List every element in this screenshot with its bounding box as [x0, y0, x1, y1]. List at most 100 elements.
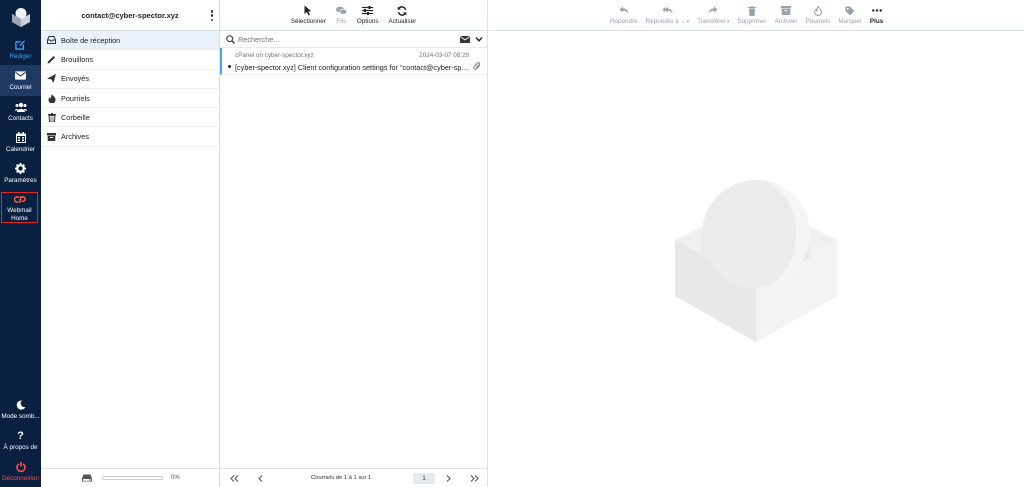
mark-button[interactable]: Marquer [834, 5, 865, 25]
account-header: contact@cyber-spector.xyz [41, 0, 219, 31]
delete-button[interactable]: Supprimer [733, 5, 770, 25]
empty-mailbox-illustration [675, 180, 837, 342]
delete-label: Supprimer [737, 18, 767, 25]
sliders-icon [362, 5, 374, 16]
search-bar [220, 31, 487, 48]
folder-archive[interactable]: Archives [41, 127, 219, 147]
reply-all-button[interactable]: Répondre à ...▾ [642, 5, 693, 25]
main-nav-rail: Rédiger Courriel Contacts Calendrier Par [0, 0, 41, 487]
more-dots-icon [871, 5, 882, 16]
pointer-icon [303, 5, 314, 16]
nav-about[interactable]: ? À propos de [0, 425, 41, 456]
folder-sent[interactable]: Envoyés [41, 70, 219, 89]
junk-button[interactable]: Pourriels [802, 5, 835, 25]
next-page-icon[interactable] [443, 474, 453, 483]
previous-page-icon[interactable] [255, 474, 265, 483]
archive-button[interactable]: Archiver [770, 5, 801, 25]
refresh-icon [397, 5, 408, 16]
nav-rail-bottom: Mode somb... ? À propos de Déconnexion [0, 394, 41, 487]
archive-box-icon [47, 132, 56, 141]
nav-contacts[interactable]: Contacts [0, 96, 41, 127]
unread-dot-icon [228, 65, 231, 68]
last-page-icon[interactable] [469, 474, 479, 483]
webmail-app: Rédiger Courriel Contacts Calendrier Par [0, 0, 1024, 487]
reply-button[interactable]: Répondre [606, 5, 642, 25]
moon-icon [15, 399, 27, 411]
message-toolbar: Répondre Répondre à ...▾ Transférer▾ Sup… [489, 0, 1024, 31]
forward-dropdown-icon[interactable]: ▾ [727, 19, 730, 25]
message-row[interactable]: cPanel on cyber-spector.xyz 2024-03-07 0… [220, 48, 487, 75]
quota-percent: 0% [171, 475, 180, 481]
question-icon: ? [17, 429, 24, 442]
reply-all-dropdown-icon[interactable]: ▾ [687, 19, 690, 25]
tag-icon [845, 5, 856, 16]
reading-pane: Répondre Répondre à ...▾ Transférer▾ Sup… [489, 0, 1024, 487]
folder-trash-label: Corbeille [61, 112, 90, 122]
more-button[interactable]: Plus [866, 5, 887, 25]
message-date: 2024-03-07 08:29 [419, 52, 469, 59]
threads-button[interactable]: Fils [331, 5, 352, 25]
paperclip-icon [473, 62, 481, 70]
nav-webmail-home[interactable]: Webmail Home [1, 192, 38, 223]
nav-settings-label: Paramètres [4, 176, 37, 184]
folder-trash[interactable]: Corbeille [41, 108, 219, 128]
inbox-icon [47, 36, 56, 45]
compose-icon [15, 39, 27, 51]
search-scope-envelope-icon[interactable] [460, 36, 470, 43]
mark-label: Marquer [838, 18, 862, 25]
folder-inbox[interactable]: Boîte de réception [41, 31, 219, 51]
folder-drafts-label: Brouillons [61, 54, 94, 64]
nav-mail-label: Courriel [9, 83, 32, 91]
chevron-down-icon[interactable] [475, 36, 483, 43]
folder-list: Boîte de réception Brouillons Envoyés Po… [41, 31, 219, 147]
nav-calendar-label: Calendrier [5, 145, 36, 153]
refresh-button[interactable]: Actualiser [384, 5, 422, 25]
nav-settings[interactable]: Paramètres [0, 158, 41, 189]
nav-logout[interactable]: Déconnexion [0, 456, 41, 487]
folder-options-kebab-icon[interactable] [210, 10, 214, 21]
gear-icon [15, 163, 27, 175]
roundcube-logo[interactable] [0, 0, 41, 34]
search-icon [226, 35, 235, 44]
cpanel-icon [13, 193, 26, 205]
storage-quota: 0% [41, 468, 220, 487]
reply-all-label: Répondre à ...▾ [646, 18, 689, 25]
nav-mail[interactable]: Courriel [0, 65, 41, 96]
first-page-icon[interactable] [229, 474, 239, 483]
nav-dark-mode[interactable]: Mode somb... [0, 394, 41, 425]
trash-icon [47, 112, 56, 122]
select-button[interactable]: Sélectionner [286, 5, 331, 25]
reply-all-text: Répondre à ... [645, 18, 686, 25]
list-toolbar: Sélectionner Fils Options Actualiser [220, 0, 487, 31]
nav-calendar[interactable]: Calendrier [0, 127, 41, 158]
refresh-label: Actualiser [388, 18, 417, 25]
folder-junk-label: Pourriels [61, 93, 90, 103]
select-label: Sélectionner [290, 18, 326, 25]
nav-contacts-label: Contacts [8, 114, 33, 122]
folder-drafts[interactable]: Brouillons [41, 50, 219, 70]
quota-bar [102, 476, 163, 480]
page-number-input[interactable]: 1 [413, 473, 435, 484]
pencil-icon [47, 55, 56, 64]
options-button[interactable]: Options [352, 5, 384, 25]
fire-icon [812, 5, 823, 16]
calendar-icon [15, 132, 27, 144]
reply-icon [618, 5, 629, 16]
nav-webmail-label-line2: Home [11, 214, 28, 222]
envelope-icon [15, 70, 27, 82]
nav-dark-mode-label: Mode somb... [1, 412, 40, 420]
nav-about-label: À propos de [3, 443, 38, 451]
trash-icon [746, 5, 757, 16]
search-input[interactable] [238, 33, 448, 46]
folder-junk[interactable]: Pourriels [41, 89, 219, 109]
logo-icon [11, 8, 30, 27]
hard-drive-icon [82, 474, 92, 482]
fire-icon [47, 93, 56, 103]
paper-plane-icon [47, 74, 56, 84]
contacts-icon [14, 101, 27, 113]
nav-compose[interactable]: Rédiger [0, 34, 41, 65]
nav-compose-label: Rédiger [9, 52, 32, 60]
forward-button[interactable]: Transférer▾ [693, 5, 733, 25]
nav-logout-label: Déconnexion [2, 474, 39, 482]
message-list-panel: Sélectionner Fils Options Actualiser Rec… [220, 0, 488, 487]
